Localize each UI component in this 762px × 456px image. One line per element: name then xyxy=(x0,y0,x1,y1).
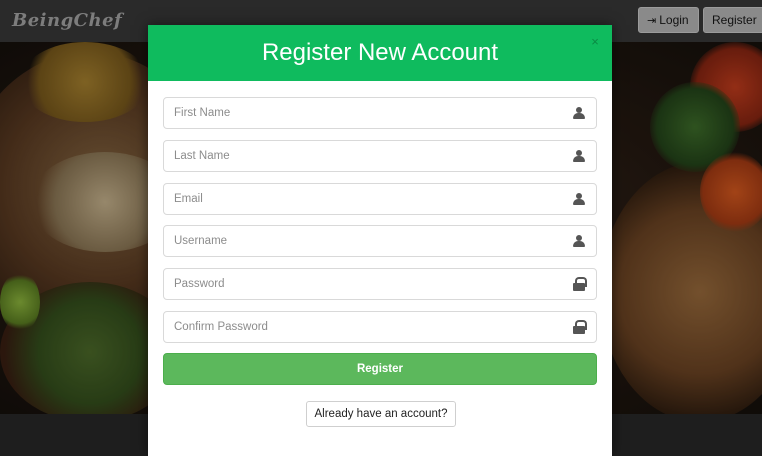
first-name-field xyxy=(163,97,597,129)
username-field xyxy=(163,225,597,257)
username-input[interactable] xyxy=(164,226,564,256)
last-name-field xyxy=(163,140,597,172)
register-nav-button[interactable]: Register xyxy=(703,7,762,33)
password-input[interactable] xyxy=(164,269,564,299)
confirm-password-input[interactable] xyxy=(164,312,564,342)
confirm-password-field xyxy=(163,311,597,343)
lock-icon xyxy=(573,277,587,291)
login-nav-button[interactable]: ⇥ Login xyxy=(638,7,699,33)
last-name-input[interactable] xyxy=(164,141,564,171)
modal-header: Register New Account × xyxy=(148,25,612,81)
email-field xyxy=(163,183,597,215)
lock-icon xyxy=(573,320,587,334)
register-modal: Register New Account × Register Already … xyxy=(148,25,612,456)
sign-in-icon: ⇥ xyxy=(647,15,657,27)
first-name-input[interactable] xyxy=(164,98,564,128)
close-icon[interactable]: × xyxy=(588,35,602,49)
already-have-account-button[interactable]: Already have an account? xyxy=(306,401,456,427)
email-input[interactable] xyxy=(164,184,564,214)
login-nav-label: Login xyxy=(659,13,689,27)
brand-logo[interactable]: BeingChef xyxy=(12,10,122,31)
register-submit-button[interactable]: Register xyxy=(163,353,597,385)
modal-title: Register New Account xyxy=(261,39,499,66)
person-icon xyxy=(573,107,585,119)
person-icon xyxy=(573,150,585,162)
password-field xyxy=(163,268,597,300)
person-icon xyxy=(573,235,585,247)
person-icon xyxy=(573,193,585,205)
